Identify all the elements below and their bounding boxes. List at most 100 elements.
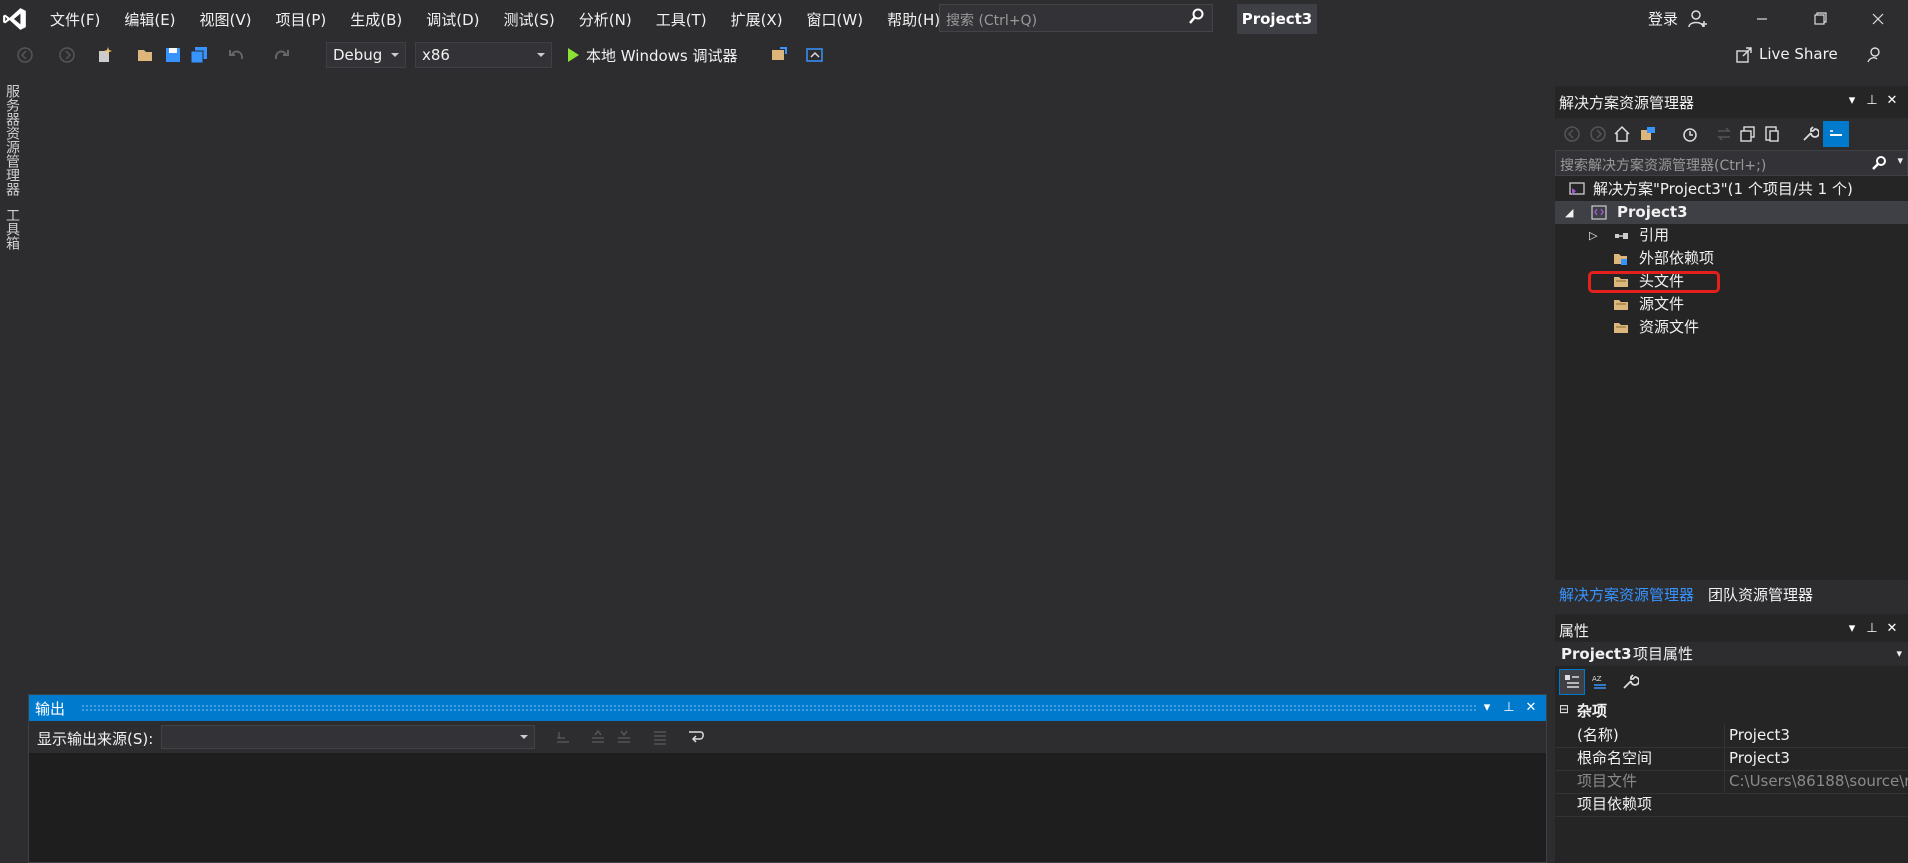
property-row-dependencies[interactable]: 项目依赖项 — [1555, 793, 1908, 817]
tree-project-node[interactable]: ◢ Project3 — [1555, 201, 1908, 224]
tree-external-deps-node[interactable]: 外部依赖项 — [1555, 247, 1908, 270]
previous-message-icon[interactable] — [589, 728, 607, 746]
chevron-down-icon[interactable]: ▾ — [1897, 154, 1903, 167]
menu-project[interactable]: 项目(P) — [264, 9, 339, 30]
redo-icon[interactable] — [272, 46, 290, 64]
close-icon[interactable] — [1853, 4, 1903, 34]
forward-icon[interactable] — [1589, 125, 1607, 143]
menu-extensions[interactable]: 扩展(X) — [719, 9, 795, 30]
menu-window[interactable]: 窗口(W) — [795, 9, 876, 30]
menu-file[interactable]: 文件(F) — [38, 9, 112, 30]
server-explorer-tab[interactable]: 服务器资源管理器 — [2, 84, 22, 196]
close-icon[interactable]: ✕ — [1883, 620, 1901, 638]
property-value[interactable]: Project3 — [1724, 747, 1908, 770]
home-icon[interactable] — [1613, 125, 1631, 143]
chevron-down-icon[interactable]: ▾ — [1843, 92, 1861, 110]
solution-platform-value: x86 — [422, 46, 450, 64]
property-pages-wrench-icon[interactable] — [1621, 673, 1639, 691]
sync-icon[interactable] — [1715, 125, 1733, 143]
tree-resource-files-node[interactable]: 资源文件 — [1555, 316, 1908, 339]
preview-toggle-button[interactable] — [1823, 121, 1849, 147]
live-share-button[interactable]: Live Share — [1759, 45, 1838, 63]
restore-icon[interactable] — [1795, 4, 1845, 34]
pin-icon[interactable]: ⊥ — [1500, 699, 1518, 717]
collapse-category-icon[interactable]: ⊟ — [1559, 702, 1569, 716]
property-row-project-file[interactable]: 项目文件 C:\Users\86188\source\r — [1555, 770, 1908, 794]
login-button[interactable]: 登录 — [1648, 8, 1678, 29]
menu-build[interactable]: 生成(B) — [338, 9, 414, 30]
menu-debug[interactable]: 调试(D) — [414, 9, 491, 30]
clear-all-icon[interactable] — [651, 728, 669, 746]
search-icon[interactable] — [1188, 8, 1204, 26]
show-all-files-icon[interactable] — [1763, 125, 1781, 143]
start-debugging-icon[interactable] — [564, 46, 582, 64]
standard-toolbar: Debug x86 — [0, 38, 1908, 72]
collapse-all-icon[interactable] — [1739, 125, 1757, 143]
output-header[interactable]: 输出 ▾ ⊥ ✕ — [29, 695, 1546, 721]
property-object-type: 项目属性 — [1633, 645, 1694, 663]
property-value[interactable]: Project3 — [1724, 724, 1908, 747]
tree-source-files-node[interactable]: 源文件 — [1555, 293, 1908, 316]
menu-view[interactable]: 视图(V) — [188, 9, 264, 30]
menu-test[interactable]: 测试(S) — [492, 9, 567, 30]
tab-solution-explorer[interactable]: 解决方案资源管理器 — [1559, 584, 1694, 605]
svg-text:AZ: AZ — [1592, 675, 1602, 683]
collapsed-triangle-icon[interactable]: ▷ — [1589, 224, 1597, 247]
expanded-triangle-icon[interactable]: ◢ — [1565, 201, 1573, 224]
chevron-down-icon[interactable]: ▾ — [1478, 699, 1496, 717]
word-wrap-icon[interactable] — [687, 728, 705, 746]
menu-edit[interactable]: 编辑(E) — [112, 9, 187, 30]
pending-changes-icon[interactable] — [1681, 125, 1699, 143]
live-share-icon[interactable] — [1735, 46, 1753, 64]
next-message-icon[interactable] — [615, 728, 633, 746]
filter-folder-icon — [1614, 300, 1628, 310]
minimize-icon[interactable] — [1737, 4, 1787, 34]
back-icon[interactable] — [1563, 125, 1581, 143]
open-folder-icon[interactable] — [137, 46, 155, 64]
output-source-select[interactable] — [161, 725, 535, 749]
tree-solution-node[interactable]: 解决方案"Project3"(1 个项目/共 1 个) — [1555, 178, 1908, 201]
tab-team-explorer[interactable]: 团队资源管理器 — [1708, 584, 1813, 605]
solution-search-placeholder: 搜索解决方案资源管理器(Ctrl+;) — [1560, 158, 1767, 174]
pin-icon[interactable]: ⊥ — [1863, 92, 1881, 110]
properties-wrench-icon[interactable] — [1801, 125, 1819, 143]
solution-configuration-select[interactable]: Debug — [326, 42, 406, 68]
cpp-project-icon — [1591, 205, 1607, 220]
property-object-select[interactable]: Project3 项目属性 ▾ — [1555, 642, 1908, 666]
add-user-icon[interactable] — [1687, 8, 1709, 30]
categorized-button[interactable] — [1559, 669, 1585, 695]
search-icon[interactable] — [1871, 155, 1887, 171]
switch-views-icon[interactable] — [1639, 125, 1657, 143]
tree-item-label: 引用 — [1639, 226, 1670, 244]
navigate-forward-icon[interactable] — [58, 46, 76, 64]
menu-analyze[interactable]: 分析(N) — [567, 9, 644, 30]
solution-search-input[interactable]: 搜索解决方案资源管理器(Ctrl+;) ▾ — [1555, 150, 1908, 176]
pin-icon[interactable]: ⊥ — [1863, 620, 1881, 638]
tree-references-node[interactable]: ▷ 引用 — [1555, 224, 1908, 247]
undo-icon[interactable] — [228, 46, 246, 64]
new-project-icon[interactable] — [96, 46, 114, 64]
visual-studio-logo-icon[interactable] — [2, 6, 28, 32]
chevron-down-icon[interactable]: ▾ — [1843, 620, 1861, 638]
annotation-highlight-box — [1588, 271, 1720, 293]
property-row-name[interactable]: (名称) Project3 — [1555, 724, 1908, 748]
alphabetical-icon[interactable]: AZ — [1591, 673, 1609, 691]
output-toolbar: 显示输出来源(S): — [29, 721, 1546, 753]
quick-search-input[interactable]: 搜索 (Ctrl+Q) — [939, 4, 1213, 32]
close-icon[interactable]: ✕ — [1522, 699, 1540, 717]
property-row-root-namespace[interactable]: 根命名空间 Project3 — [1555, 747, 1908, 771]
chevron-down-icon: ▾ — [1896, 647, 1902, 660]
save-all-icon[interactable] — [190, 46, 208, 64]
attach-process-icon[interactable] — [770, 46, 788, 64]
run-target-button[interactable]: 本地 Windows 调试器 — [586, 45, 738, 66]
save-icon[interactable] — [164, 46, 182, 64]
editor-area — [28, 80, 1547, 690]
solution-platform-select[interactable]: x86 — [415, 42, 552, 68]
menu-tools[interactable]: 工具(T) — [644, 9, 719, 30]
toolbox-tab[interactable]: 工具箱 — [2, 208, 22, 250]
browser-link-icon[interactable] — [806, 46, 824, 64]
find-message-icon[interactable] — [554, 728, 572, 746]
close-icon[interactable]: ✕ — [1883, 92, 1901, 110]
navigate-back-icon[interactable] — [16, 46, 34, 64]
feedback-icon[interactable] — [1865, 46, 1883, 64]
